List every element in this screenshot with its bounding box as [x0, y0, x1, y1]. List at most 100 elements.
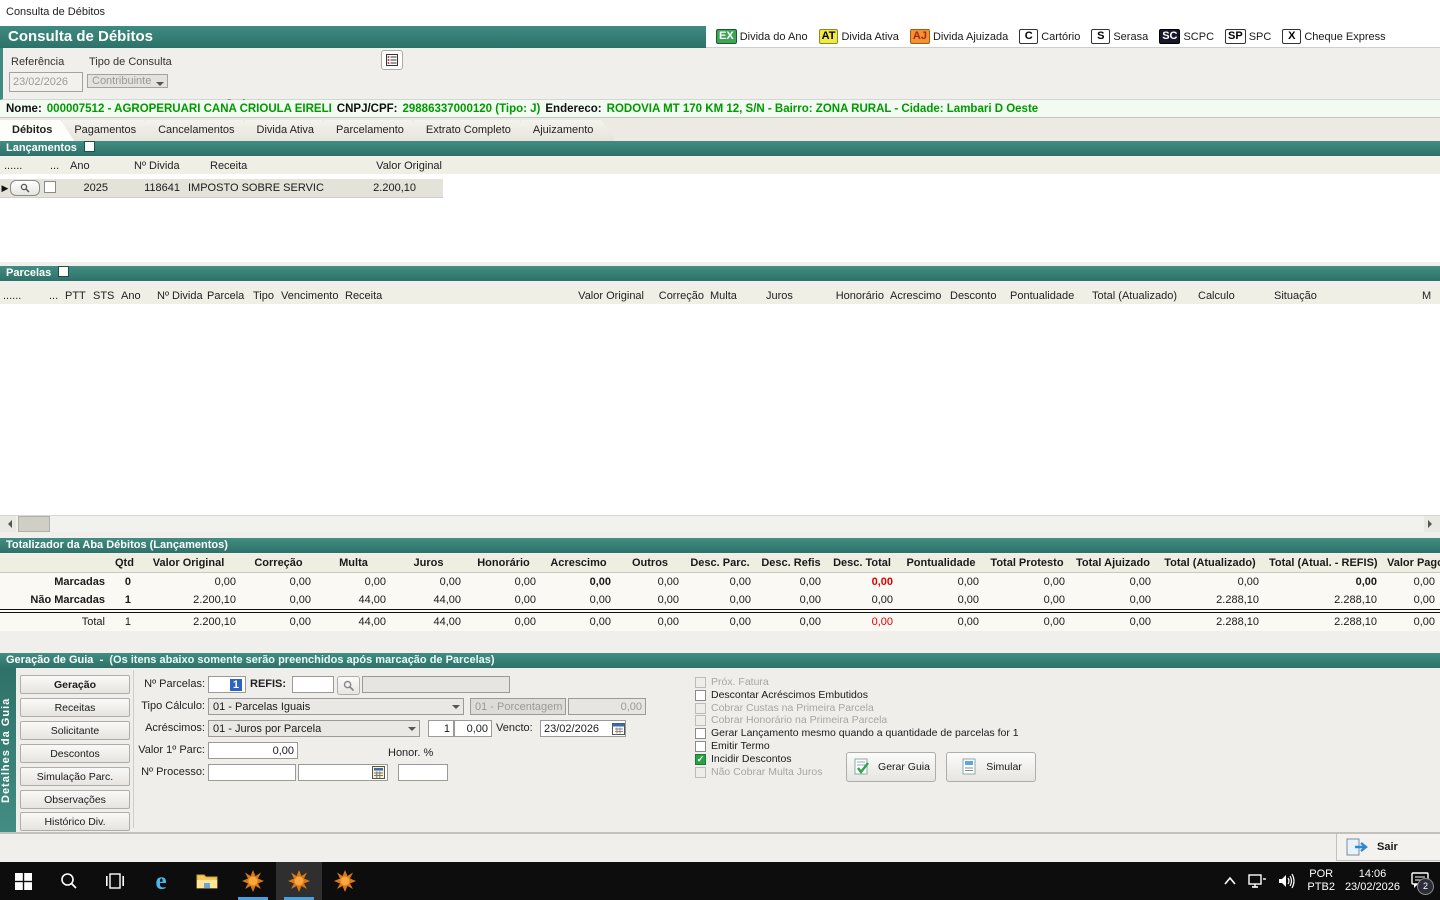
- acrescimos-select[interactable]: 01 - Juros por Parcela: [208, 720, 420, 737]
- grid-view-button[interactable]: [381, 50, 403, 70]
- cell-n-divida: 118641: [112, 182, 184, 194]
- triangle-right-icon: [1428, 520, 1436, 528]
- nome-value: 000007512 - AGROPERUARI CANA CRIOULA EIR…: [47, 103, 332, 115]
- checkbox-icon: [695, 741, 706, 752]
- app-icon-2-active[interactable]: [276, 862, 322, 900]
- side-button-observacoes[interactable]: Observações: [20, 790, 130, 809]
- app-icon-3[interactable]: [322, 862, 368, 900]
- detalhes-da-guia-side-tab[interactable]: Detalhes da Guia: [0, 668, 16, 832]
- calculator-icon[interactable]: [372, 766, 385, 782]
- side-button-historico-div[interactable]: Histórico Div.: [20, 812, 130, 831]
- cnpj-label: CNPJ/CPF:: [337, 103, 398, 115]
- scrollbar-thumb[interactable]: [18, 516, 50, 532]
- parcelas-hscrollbar[interactable]: [0, 515, 1440, 532]
- scroll-left-arrow[interactable]: [0, 516, 16, 532]
- refis-search-button[interactable]: [337, 676, 360, 695]
- volume-icon[interactable]: [1277, 873, 1297, 889]
- checkbox-gerar-lancamento[interactable]: Gerar Lançamento mesmo quando a quantida…: [695, 727, 1019, 739]
- network-icon[interactable]: [1247, 873, 1267, 889]
- refis-description-field: [362, 676, 510, 693]
- orange-app-icon: [242, 870, 264, 892]
- date: 23/02/2026: [1345, 881, 1400, 894]
- folder-icon: [196, 872, 218, 890]
- checkbox-incidir-descontos[interactable]: ✓Incidir Descontos: [695, 753, 792, 765]
- totalizador-row-nao-marcadas: Não Marcadas 1 2.200,10 0,00 44,00 44,00…: [0, 591, 1440, 611]
- tab-extrato-completo[interactable]: Extrato Completo: [414, 120, 533, 141]
- n-parcelas-input[interactable]: 1: [208, 676, 246, 693]
- calendar-icon[interactable]: [612, 722, 625, 738]
- porcentagem-amount-field: 0,00: [568, 698, 646, 715]
- search-icon: [60, 872, 78, 890]
- refis-input[interactable]: [292, 676, 334, 693]
- taskbar-search-button[interactable]: [46, 862, 92, 900]
- checkbox-icon: [695, 767, 706, 778]
- file-explorer-icon[interactable]: [184, 862, 230, 900]
- ex-badge: EX: [716, 29, 737, 44]
- checkbox-icon: [695, 677, 706, 688]
- clock[interactable]: 14:06 23/02/2026: [1345, 868, 1400, 894]
- side-button-solicitante[interactable]: Solicitante: [20, 721, 130, 740]
- cell-valor-original: 2.200,10: [334, 182, 420, 194]
- totalizador-row-marcadas: Marcadas 0 0,00 0,00 0,00 0,00 0,00 0,00…: [0, 573, 1440, 592]
- tab-cancelamentos[interactable]: Cancelamentos: [146, 120, 256, 141]
- checkbox-emitir-termo[interactable]: Emitir Termo: [695, 740, 770, 752]
- acrescimos-amount-input[interactable]: 0,00: [454, 720, 492, 737]
- row-checkbox[interactable]: [44, 181, 56, 193]
- tab-parcelamento[interactable]: Parcelamento: [324, 120, 426, 141]
- side-button-descontos[interactable]: Descontos: [20, 744, 130, 763]
- cnpj-value: 29886337000120 (Tipo: J): [403, 103, 541, 115]
- side-button-geracao[interactable]: Geração: [20, 675, 130, 694]
- tab-ajuizamento[interactable]: Ajuizamento: [521, 120, 616, 141]
- checkbox-icon: [695, 728, 706, 739]
- tab-pagamentos[interactable]: Pagamentos: [62, 120, 158, 141]
- toolbar: Referência 23/02/2026 Tipo de Consulta C…: [0, 48, 1440, 100]
- simular-button[interactable]: Simular: [946, 752, 1036, 782]
- tipo-calculo-label: Tipo Cálculo:: [135, 700, 205, 712]
- chevron-down-icon: [156, 82, 164, 90]
- vencto-label: Vencto:: [496, 722, 538, 734]
- status-legend: EXDivida do Ano ATDivida Ativa AJDivida …: [706, 26, 1440, 48]
- legend-serasa: SSerasa: [1091, 29, 1148, 44]
- start-button[interactable]: [0, 862, 46, 900]
- row-selector-arrow-icon: ▶: [0, 183, 10, 194]
- scroll-right-arrow[interactable]: [1424, 516, 1440, 532]
- endereco-value: RODOVIA MT 170 KM 12, S/N - Bairro: ZONA…: [607, 103, 1039, 115]
- at-badge: AT: [819, 29, 839, 44]
- sc-badge: SC: [1159, 29, 1180, 44]
- gerar-guia-button[interactable]: Gerar Guia: [846, 752, 936, 782]
- lancamentos-select-all-checkbox[interactable]: [84, 141, 95, 152]
- tray-expand-chevron-icon[interactable]: [1223, 876, 1237, 886]
- language-indicator[interactable]: POR PTB2: [1307, 868, 1335, 894]
- col-n-divida: Nº Divida: [130, 160, 206, 172]
- n-processo-input-1[interactable]: [208, 764, 296, 781]
- side-button-receitas[interactable]: Receitas: [20, 698, 130, 717]
- honor-label: Honor. %: [388, 747, 448, 759]
- lancamentos-section-header: Lançamentos: [0, 141, 1440, 156]
- valor-1-parc-input[interactable]: 0,00: [208, 742, 298, 759]
- side-button-simulacao-parc[interactable]: Simulação Parc.: [20, 767, 130, 786]
- totalizador-section-header: Totalizador da Aba Débitos (Lançamentos): [0, 538, 1440, 553]
- table-row[interactable]: ▶ 2025 118641 IMPOSTO SOBRE SERVIC 2.200…: [0, 179, 443, 198]
- row-detail-button[interactable]: [10, 180, 40, 196]
- tab-divida-ativa[interactable]: Divida Ativa: [245, 120, 336, 141]
- app-icon-1[interactable]: [230, 862, 276, 900]
- window-title: Consulta de Débitos: [0, 0, 1440, 18]
- col-ano: Ano: [66, 160, 130, 172]
- tipo-calculo-select[interactable]: 01 - Parcelas Iguais: [208, 698, 464, 715]
- legend-divida-ativa: ATDivida Ativa: [819, 29, 899, 44]
- legend-divida-ajuizada: AJDivida Ajuizada: [910, 29, 1008, 44]
- notification-center-button[interactable]: 2: [1410, 871, 1430, 892]
- col-marker: ......: [0, 160, 46, 172]
- acrescimos-qty-input[interactable]: 1: [428, 720, 454, 737]
- internet-explorer-icon[interactable]: e: [138, 862, 184, 900]
- task-view-button[interactable]: [92, 862, 138, 900]
- parcelas-select-all-checkbox[interactable]: [58, 266, 69, 277]
- totalizador-table: Qtd Valor Original Correção Multa Juros …: [0, 554, 1440, 631]
- referencia-label: Referência: [11, 56, 64, 68]
- list-icon: [386, 54, 398, 66]
- aj-badge: AJ: [910, 29, 930, 44]
- sair-button[interactable]: Sair: [1336, 833, 1440, 861]
- honor-percent-input[interactable]: [398, 764, 448, 781]
- window-titlebar: Consulta de Débitos: [0, 0, 1440, 27]
- checkbox-descontar-acrescimos[interactable]: Descontar Acréscimos Embutidos: [695, 689, 868, 701]
